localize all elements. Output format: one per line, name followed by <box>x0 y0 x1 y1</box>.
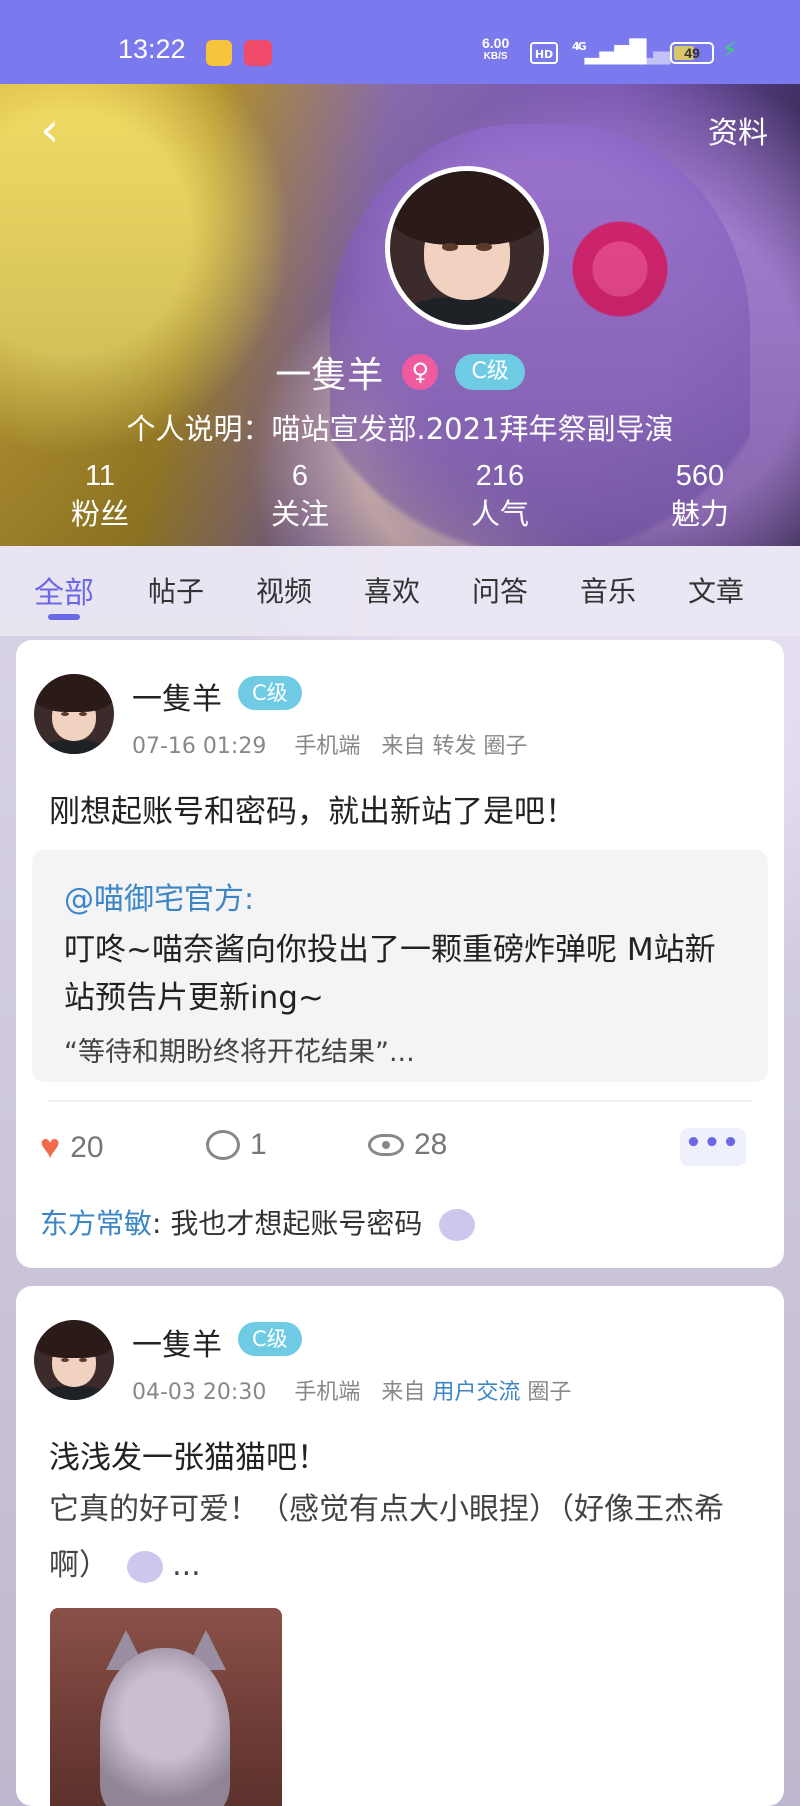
name-row: 一隻羊 ♀ C级 <box>0 346 800 398</box>
level-badge: C级 <box>455 354 525 390</box>
circle-label: 圈子 <box>527 1380 572 1405</box>
tab-videos[interactable]: 视频 <box>256 570 312 610</box>
avatar-face <box>34 674 114 754</box>
avatar-face <box>390 171 544 325</box>
post-card[interactable]: 一隻羊 C级 04-03 20:30 手机端 来自 用户交流 圈子 浅浅发一张猫… <box>16 1286 784 1806</box>
comment-text: 我也才想起账号密码 <box>170 1207 423 1240</box>
comment-button[interactable]: 1 <box>206 1128 267 1162</box>
heart-icon: ♥ <box>40 1128 61 1166</box>
quoted-author[interactable]: @喵御宅官方: <box>64 874 254 918</box>
views-counter: 28 <box>368 1128 447 1162</box>
tab-posts[interactable]: 帖子 <box>148 570 204 610</box>
like-button[interactable]: ♥ 20 <box>40 1128 104 1167</box>
tab-articles[interactable]: 文章 <box>688 570 744 610</box>
stat-label: 粉丝 <box>70 497 129 531</box>
cat-figure <box>100 1648 230 1806</box>
stat-label: 关注 <box>270 497 329 531</box>
avatar-face <box>34 1320 114 1400</box>
comment-count: 1 <box>250 1128 267 1161</box>
post-source-link[interactable]: 用户交流 <box>432 1380 520 1405</box>
network-type: 4G <box>572 40 587 53</box>
tab-music[interactable]: 音乐 <box>580 570 636 610</box>
comment-separator: : <box>152 1207 162 1240</box>
post-device: 手机端 <box>294 734 361 759</box>
speed-unit: KB/S <box>483 51 508 62</box>
post-text: 刚想起账号和密码，就出新站了是吧！ <box>49 794 576 830</box>
profile-info-link[interactable]: 资料 <box>708 108 768 152</box>
tab-likes[interactable]: 喜欢 <box>364 570 420 610</box>
post-device: 手机端 <box>294 1380 361 1405</box>
status-bar: 13:22 6.00 KB/S HD 4G▂▄▆█ ✕▂▄ 49 ⚡ <box>0 0 800 84</box>
female-icon: ♀ <box>402 354 439 390</box>
level-badge: C级 <box>238 1322 302 1356</box>
content-tabs: 全部 帖子 视频 喜欢 问答 音乐 文章 <box>0 546 800 636</box>
post-title: 浅浅发一张猫猫吧！ <box>49 1440 328 1476</box>
quoted-subtext: “等待和期盼终将开花结果”... <box>64 1037 415 1068</box>
stat-following[interactable]: 6 关注 <box>240 458 360 534</box>
level-badge: C级 <box>238 676 302 710</box>
profile-username: 一隻羊 <box>275 355 384 396</box>
post-date: 07-16 01:29 <box>132 734 267 759</box>
eye-icon <box>368 1134 404 1156</box>
battery-icon: 49 <box>670 42 714 64</box>
bilibili-app-icon <box>244 40 272 66</box>
tab-all[interactable]: 全部 <box>34 568 94 612</box>
profile-stats: 11 粉丝 6 关注 216 人气 560 魅力 <box>0 458 800 538</box>
post-meta: 07-16 01:29 手机端 来自 转发 圈子 <box>132 728 527 760</box>
author-avatar[interactable] <box>34 674 114 754</box>
sticker-icon <box>439 1209 476 1241</box>
stat-popularity[interactable]: 216 人气 <box>440 458 560 534</box>
more-button[interactable]: ••• <box>680 1128 746 1166</box>
speed-value: 6.00 <box>482 35 510 51</box>
post-author[interactable]: 一隻羊 <box>132 1320 222 1364</box>
signal-2-icon: ✕▂▄ <box>622 40 670 65</box>
post-body-ellipsis: ... <box>162 1548 201 1583</box>
hd-icon: HD <box>530 42 558 64</box>
post-actions: ♥ 20 1 28 ••• <box>16 1128 784 1178</box>
cat-photo[interactable] <box>50 1608 282 1806</box>
view-count: 28 <box>414 1128 448 1161</box>
from-label: 来自 <box>381 1380 426 1405</box>
back-button[interactable]: ‹ <box>40 100 59 160</box>
post-card[interactable]: 一隻羊 C级 07-16 01:29 手机端 来自 转发 圈子 刚想起账号和密码… <box>16 640 784 1268</box>
tab-qa[interactable]: 问答 <box>472 570 528 610</box>
profile-header: ‹ 资料 一隻羊 ♀ C级 个人说明：喵站宣发部.2021拜年祭副导演 11 粉… <box>0 84 800 546</box>
from-label: 来自 <box>381 734 426 759</box>
stat-value: 6 <box>291 460 309 492</box>
post-source: 转发 <box>432 734 477 759</box>
chevron-left-icon: ‹ <box>40 102 60 158</box>
stat-value: 216 <box>475 460 525 492</box>
stat-value: 11 <box>84 460 116 492</box>
stat-label: 魅力 <box>670 497 729 531</box>
author-avatar[interactable] <box>34 1320 114 1400</box>
profile-avatar[interactable] <box>385 166 549 330</box>
post-date: 04-03 20:30 <box>132 1380 267 1405</box>
battery-level: 49 <box>684 45 700 61</box>
charging-icon: ⚡ <box>722 38 738 63</box>
post-body: 它真的好可爱！（感觉有点大小眼捏）（好像王杰希啊） ... <box>49 1482 759 1594</box>
comment-icon <box>206 1130 240 1160</box>
post-meta: 04-03 20:30 手机端 来自 用户交流 圈子 <box>132 1374 571 1406</box>
profile-bio: 个人说明：喵站宣发部.2021拜年祭副导演 <box>126 412 674 446</box>
notes-app-icon <box>206 40 232 66</box>
stat-value: 560 <box>675 460 725 492</box>
like-count: 20 <box>70 1130 104 1164</box>
stat-fans[interactable]: 11 粉丝 <box>40 458 160 534</box>
status-time: 13:22 <box>118 34 186 64</box>
sticker-icon <box>126 1550 163 1583</box>
network-speed: 6.00 KB/S <box>482 36 509 64</box>
stat-charm[interactable]: 560 魅力 <box>640 458 760 534</box>
active-tab-indicator <box>48 614 80 620</box>
divider <box>48 1100 752 1102</box>
top-comment[interactable]: 东方常敏: 我也才想起账号密码 <box>40 1202 476 1242</box>
post-author[interactable]: 一隻羊 <box>132 674 222 718</box>
quoted-text: 叮咚~喵奈酱向你投出了一颗重磅炸弹呢 M站新站预告片更新ing~ <box>64 932 716 1016</box>
comment-user[interactable]: 东方常敏 <box>40 1207 152 1240</box>
stat-label: 人气 <box>470 497 529 531</box>
circle-label: 圈子 <box>483 734 528 759</box>
quoted-post[interactable]: @喵御宅官方: 叮咚~喵奈酱向你投出了一颗重磅炸弹呢 M站新站预告片更新ing~… <box>32 850 768 1082</box>
